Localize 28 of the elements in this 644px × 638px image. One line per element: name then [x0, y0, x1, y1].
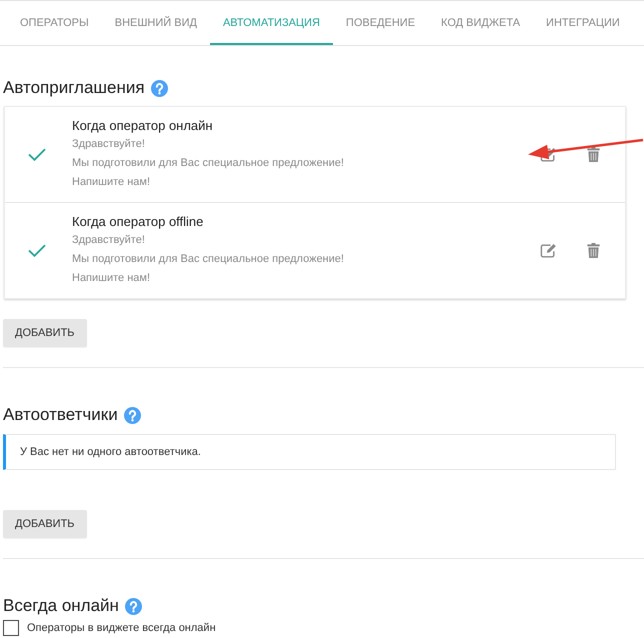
checkbox[interactable] — [3, 620, 19, 636]
add-button[interactable]: ДОБАВИТЬ — [3, 510, 87, 538]
message-line: Здравствуйте! — [72, 233, 145, 248]
message-line: Мы подготовили для Вас специальное предложение! — [72, 156, 344, 171]
trash-icon[interactable] — [587, 243, 600, 258]
help-icon[interactable] — [150, 80, 168, 96]
item-title: Когда оператор онлайн — [72, 117, 213, 135]
checkbox-label: Операторы в виджете всегда онлайн — [27, 622, 216, 634]
tab[interactable]: КОД ВИДЖЕТА — [428, 1, 534, 45]
section-title: Автоприглашения — [3, 77, 145, 99]
edit-icon[interactable] — [540, 243, 557, 258]
message-line: Здравствуйте! — [72, 137, 145, 152]
add-button[interactable]: ДОБАВИТЬ — [3, 319, 87, 347]
tab[interactable]: ОПЕРАТОРЫ — [7, 1, 102, 45]
item-title: Когда оператор offline — [72, 213, 204, 231]
notice-text: У Вас нет ни одного автоответчика. — [20, 446, 201, 458]
help-icon[interactable] — [124, 406, 141, 424]
section-title: Всегда онлайн — [3, 595, 119, 617]
tab[interactable]: ПОВЕДЕНИЕ — [332, 1, 428, 45]
tab[interactable]: ВНЕШНИЙ ВИД — [102, 1, 210, 45]
help-icon[interactable] — [124, 598, 142, 614]
trash-icon[interactable] — [587, 147, 600, 162]
tab[interactable]: АВТОМАТИЗАЦИЯ — [210, 1, 333, 45]
message-line: Напишите нам! — [72, 271, 150, 286]
tab[interactable]: ИНТЕГРАЦИИ — [533, 1, 633, 45]
message-line: Мы подготовили для Вас специальное предложение! — [72, 252, 344, 267]
section-title: Автоответчики — [3, 404, 118, 426]
message-line: Напишите нам! — [72, 175, 150, 190]
